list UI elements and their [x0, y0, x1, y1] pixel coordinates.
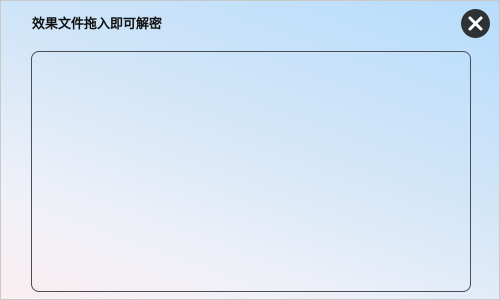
dialog-title: 效果文件拖入即可解密: [32, 17, 163, 32]
close-button[interactable]: [461, 9, 490, 38]
decrypt-dialog: 效果文件拖入即可解密: [0, 0, 500, 300]
close-icon: [468, 16, 483, 31]
file-drop-zone[interactable]: [31, 51, 471, 292]
